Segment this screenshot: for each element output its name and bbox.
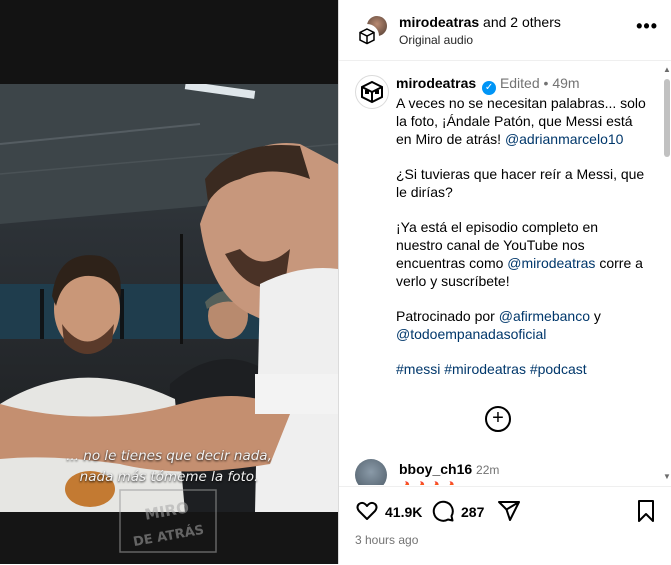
scrollbar[interactable]: ▲ ▼: [662, 61, 671, 485]
caption-avatar[interactable]: [355, 75, 389, 109]
scrollbar-thumb[interactable]: [664, 79, 670, 157]
mention-todoempanadasoficial[interactable]: @todoempanadasoficial: [396, 326, 546, 342]
share-icon[interactable]: [497, 499, 521, 523]
comment-header: bboy_ch16 22m: [399, 461, 499, 477]
caption-text: A veces no se necesitan palabras... solo…: [396, 94, 646, 395]
mention-afirmebanco[interactable]: @afirmebanco: [499, 308, 590, 324]
heart-icon[interactable]: [355, 499, 379, 523]
mirodeatras-avatar[interactable]: [355, 24, 379, 48]
caption-text-span: y: [590, 308, 601, 324]
verified-badge-icon: ✓: [482, 81, 497, 95]
comment-text: 🔥🔥🔥🔥: [399, 481, 459, 485]
post-panel: mirodeatras and 2 others Original audio …: [338, 0, 671, 564]
post-header: mirodeatras and 2 others Original audio …: [339, 0, 671, 61]
caption-paragraph-1: A veces no se necesitan palabras... solo…: [396, 94, 646, 148]
miro-de-atras-watermark-logo: MIRO DE ATRÁS: [119, 489, 217, 553]
header-username-link[interactable]: mirodeatras: [399, 14, 479, 30]
header-avatar-stack[interactable]: [355, 14, 389, 48]
caption-header: mirodeatras ✓ Edited • 49m: [396, 75, 580, 95]
video-frame[interactable]: ... no le tienes que decir nada, nada má…: [0, 84, 338, 512]
comment-avatar[interactable]: [355, 459, 387, 485]
cube-logo-icon: [361, 80, 383, 104]
edited-label: Edited: [499, 75, 540, 91]
caption-text-span: Patrocinado por: [396, 308, 499, 324]
caption-username-link[interactable]: mirodeatras: [396, 75, 476, 91]
load-more-comments-plus-icon[interactable]: +: [485, 406, 511, 432]
caption-time[interactable]: 49m: [552, 75, 579, 91]
meta-separator: •: [543, 75, 549, 91]
more-horizontal-icon[interactable]: •••: [636, 16, 658, 37]
comment-count[interactable]: 287: [461, 504, 484, 520]
caption-paragraph-2: ¿Si tuvieras que hacer reír a Messi, que…: [396, 166, 645, 200]
video-letterbox-top: [0, 0, 338, 84]
like-count[interactable]: 41.9K: [385, 504, 422, 520]
original-audio-link[interactable]: Original audio: [399, 33, 473, 47]
mention-mirodeatras[interactable]: @mirodeatras: [507, 255, 595, 271]
video-panel[interactable]: ... no le tienes que decir nada, nada má…: [0, 0, 338, 564]
hashtags[interactable]: #messi #mirodeatras #podcast: [396, 360, 646, 378]
header-title: mirodeatras and 2 others: [399, 14, 561, 30]
subtitle-line-1: ... no le tienes que decir nada,: [66, 448, 272, 464]
posted-time[interactable]: 3 hours ago: [355, 533, 418, 547]
caption-paragraph-3: ¡Ya está el episodio completo en nuestro…: [396, 218, 646, 290]
scroll-up-arrow-icon[interactable]: ▲: [663, 65, 671, 74]
caption-paragraph-4: Patrocinado por @afirmebanco y @todoempa…: [396, 307, 646, 343]
header-others-link[interactable]: and 2 others: [483, 14, 561, 30]
cube-logo-icon: [359, 28, 375, 45]
comment-time: 22m: [476, 463, 500, 477]
svg-text:DE ATRÁS: DE ATRÁS: [132, 522, 205, 550]
comments-scroll-area[interactable]: mirodeatras ✓ Edited • 49m A veces no se…: [339, 61, 662, 485]
bookmark-icon[interactable]: [634, 499, 658, 523]
post-actions: 41.9K 287 3 hours ago: [339, 486, 671, 565]
scroll-down-arrow-icon[interactable]: ▼: [663, 472, 671, 481]
svg-text:MIRO: MIRO: [143, 498, 190, 524]
mention-adrianmarcelo10[interactable]: @adrianmarcelo10: [505, 131, 624, 147]
comment-username-link[interactable]: bboy_ch16: [399, 461, 472, 477]
comment-icon[interactable]: [431, 499, 455, 523]
